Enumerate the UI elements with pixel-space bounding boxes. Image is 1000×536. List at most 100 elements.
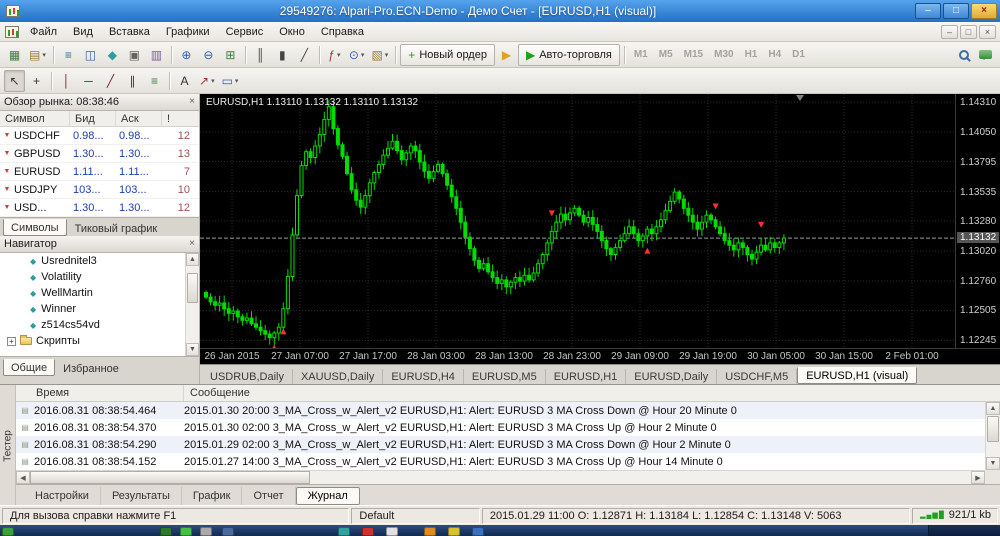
market-watch-row[interactable]: ▼ USD... 1.30... 1.30... 12: [0, 199, 199, 217]
journal-row[interactable]: ▤ 2016.08.31 08:38:54.152 2015.01.27 14:00…: [16, 453, 985, 470]
mdi-child-icon[interactable]: [5, 25, 19, 38]
taskbar-icon[interactable]: [386, 527, 398, 536]
tester-tab[interactable]: График: [182, 486, 243, 505]
taskbar-icon[interactable]: [448, 527, 460, 536]
taskbar-tray[interactable]: [928, 525, 1000, 536]
menu-item[interactable]: Файл: [22, 24, 65, 40]
timeframe-m30-button[interactable]: M30: [709, 45, 738, 65]
taskbar-icon[interactable]: [2, 527, 14, 536]
auto-trading-button[interactable]: ▶ Авто-торговля: [517, 43, 620, 66]
navigator-item[interactable]: ◆ WellMartin: [0, 285, 199, 301]
taskbar-icon[interactable]: [338, 527, 350, 536]
indicators-button[interactable]: ƒ ▾: [324, 44, 345, 66]
zoom-out-button[interactable]: ⊖: [198, 44, 219, 66]
tester-tab[interactable]: Результаты: [101, 486, 182, 505]
navigator-toggle-button[interactable]: ◆: [102, 44, 123, 66]
chart-tab[interactable]: USDCHF,M5: [717, 369, 798, 384]
market-watch-row[interactable]: ▼ GBPUSD 1.30... 1.30... 13: [0, 145, 199, 163]
strategy-tester-toggle-button[interactable]: ▥: [146, 44, 167, 66]
cursor-tool-button[interactable]: ↖: [4, 69, 25, 92]
zoom-in-button[interactable]: ⊕: [176, 44, 197, 66]
menu-item[interactable]: Справка: [313, 24, 372, 40]
menu-item[interactable]: Графики: [158, 24, 218, 40]
journal-time-column-header[interactable]: Время: [16, 385, 184, 401]
market-watch-tab[interactable]: Тиковый график: [68, 221, 165, 236]
mdi-restore-button[interactable]: □: [960, 24, 977, 39]
navigator-close-icon[interactable]: ×: [189, 239, 195, 249]
timeframe-h4-button[interactable]: H4: [763, 45, 786, 65]
chart-bars-button[interactable]: ║: [250, 44, 271, 66]
new-order-button[interactable]: + Новый ордер: [400, 43, 495, 66]
navigator-item[interactable]: ◆ Usrednitel3: [0, 253, 199, 269]
expand-icon[interactable]: +: [7, 336, 16, 346]
search-symbol-button[interactable]: [953, 44, 974, 66]
taskbar-icon[interactable]: [180, 527, 192, 536]
navigator-scrollbar[interactable]: ▲ ▼: [185, 253, 199, 356]
column-header[interactable]: Бид: [70, 111, 116, 126]
timeframe-m1-button[interactable]: M1: [629, 45, 653, 65]
attach-expert-button[interactable]: ▶: [496, 44, 517, 66]
arrows-tool-button[interactable]: ↗ ▾: [196, 70, 218, 92]
tester-tab[interactable]: Настройки: [24, 486, 101, 505]
taskbar-icon[interactable]: [222, 527, 234, 536]
navigator-tab[interactable]: Избранное: [56, 361, 126, 376]
taskbar-icon[interactable]: [424, 527, 436, 536]
close-button[interactable]: ×: [971, 3, 997, 19]
market-watch-toggle-button[interactable]: ≡: [58, 44, 79, 66]
navigator-item[interactable]: ◆ z514cs54vd: [0, 317, 199, 333]
tester-tab[interactable]: Отчет: [242, 486, 296, 505]
market-watch-close-icon[interactable]: ×: [189, 97, 195, 107]
journal-row[interactable]: ▤ 2016.08.31 08:38:54.370 2015.01.30 02:00…: [16, 419, 985, 436]
new-chart-button[interactable]: ▦: [4, 44, 25, 66]
fibonacci-tool-button[interactable]: ≡: [144, 70, 165, 92]
market-watch-tab[interactable]: Символы: [3, 219, 67, 236]
journal-horizontal-scrollbar[interactable]: ◀ ▶: [16, 470, 985, 484]
text-tool-button[interactable]: A: [174, 70, 195, 92]
tile-windows-button[interactable]: ⊞: [220, 44, 241, 66]
navigator-tab[interactable]: Общие: [3, 359, 56, 376]
journal-message-column-header[interactable]: Сообщение: [184, 385, 1000, 401]
channel-tool-button[interactable]: ∥: [122, 70, 143, 92]
shapes-tool-button[interactable]: ▭ ▾: [219, 70, 242, 92]
chart-tab[interactable]: EURUSD,H1 (visual): [797, 367, 918, 384]
chart-tab[interactable]: USDRUB,Daily: [202, 369, 293, 384]
chart-tab[interactable]: EURUSD,M5: [464, 369, 546, 384]
taskbar-icon[interactable]: [362, 527, 374, 536]
trendline-tool-button[interactable]: ╱: [100, 70, 121, 92]
scroll-down-icon[interactable]: ▼: [186, 343, 199, 356]
maximize-button[interactable]: □: [943, 3, 969, 19]
scroll-up-icon[interactable]: ▲: [986, 402, 1000, 415]
timeframe-h1-button[interactable]: H1: [740, 45, 763, 65]
column-header[interactable]: !: [162, 111, 199, 126]
navigator-item[interactable]: ◆ Winner: [0, 301, 199, 317]
vertical-line-tool-button[interactable]: │: [56, 70, 77, 92]
community-chat-button[interactable]: [975, 44, 996, 66]
mdi-minimize-button[interactable]: –: [941, 24, 958, 39]
time-axis[interactable]: 26 Jan 2015 27 Jan 07:00 27 Jan 17:00 28 Ja…: [200, 348, 1000, 364]
scroll-left-icon[interactable]: ◀: [16, 471, 30, 484]
menu-item[interactable]: Вид: [65, 24, 101, 40]
market-watch-row[interactable]: ▼ EURUSD 1.11... 1.11... 7: [0, 163, 199, 181]
scrollbar-thumb[interactable]: [987, 416, 999, 442]
scroll-up-icon[interactable]: ▲: [186, 253, 199, 266]
crosshair-tool-button[interactable]: +: [26, 70, 47, 92]
taskbar-icon[interactable]: [472, 527, 484, 536]
chart-tab[interactable]: EURUSD,Daily: [626, 369, 718, 384]
templates-button[interactable]: ▧ ▾: [368, 44, 391, 66]
status-profile[interactable]: Default: [351, 507, 480, 524]
price-chart[interactable]: [200, 94, 955, 351]
timeframe-m5-button[interactable]: M5: [654, 45, 678, 65]
column-header[interactable]: Аск: [116, 111, 162, 126]
timeframe-d1-button[interactable]: D1: [787, 45, 810, 65]
journal-vertical-scrollbar[interactable]: ▲ ▼: [985, 402, 1000, 470]
os-taskbar[interactable]: [0, 525, 1000, 536]
journal-row[interactable]: ▤ 2016.08.31 08:38:54.464 2015.01.30 20:00…: [16, 402, 985, 419]
chart-tab[interactable]: EURUSD,H4: [383, 369, 464, 384]
chart-candles-button[interactable]: ▮: [272, 44, 293, 66]
navigator-item[interactable]: ◆ Volatility: [0, 269, 199, 285]
profiles-button[interactable]: ▤ ▾: [26, 44, 49, 66]
periods-button[interactable]: ⊙ ▾: [346, 44, 368, 66]
taskbar-icon[interactable]: [200, 527, 212, 536]
navigator-folder-scripts[interactable]: + Скрипты: [0, 333, 199, 349]
market-watch-row[interactable]: ▼ USDJPY 103... 103... 10: [0, 181, 199, 199]
